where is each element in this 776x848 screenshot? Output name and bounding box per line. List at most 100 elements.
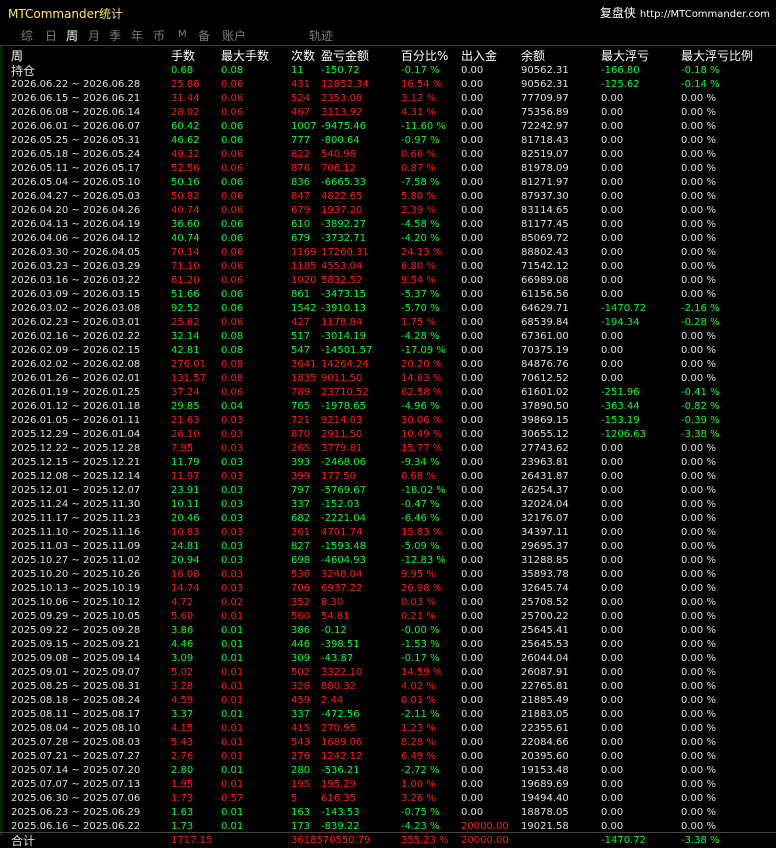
cell-7: 81718.43 — [521, 135, 569, 146]
table-row: 2025.07.21 ~ 2025.07.27 2.76 0.01 276 1242.1… — [0, 750, 776, 764]
tab-10[interactable]: 轨迹 — [309, 27, 333, 44]
table-row: 2025.12.08 ~ 2025.12.14 11.97 0.03 399 177.5… — [0, 470, 776, 484]
cell-8: 0.00 — [601, 499, 624, 510]
cell-9: 0.00 % — [681, 247, 716, 258]
cell-6: 0.00 — [461, 149, 484, 160]
column-header-5[interactable]: 百分比% — [401, 47, 448, 64]
cell-7: 87937.30 — [521, 191, 569, 202]
cell-9: 0.00 % — [681, 681, 716, 692]
cell-9: -2.16 % — [681, 303, 720, 314]
cell-9: 0.00 % — [681, 275, 716, 286]
table-row: 2025.09.15 ~ 2025.09.21 4.46 0.01 446 -398.5… — [0, 638, 776, 652]
table-row: 2026.01.05 ~ 2026.01.11 21.63 0.03 721 9214.… — [0, 414, 776, 428]
cell-5: 1.75 % — [401, 317, 436, 328]
cell-1: 3.86 — [171, 625, 194, 636]
cell-6: 0.00 — [461, 261, 484, 272]
tab-8[interactable]: 备 — [198, 27, 210, 44]
column-header-7[interactable]: 余额 — [521, 47, 545, 64]
cell-4: -0.12 — [321, 625, 347, 636]
cell-9: 0.00 % — [681, 541, 716, 552]
cell-7: 61156.56 — [521, 289, 569, 300]
cell-2: 0.08 — [221, 331, 244, 342]
cell-7: 64629.71 — [521, 303, 569, 314]
tab-5[interactable]: 年 — [131, 27, 143, 44]
cell-9: 0.00 % — [681, 191, 716, 202]
tab-7[interactable]: M — [178, 29, 187, 40]
cell-9: -0.28 % — [681, 317, 720, 328]
cell-3: 682 — [291, 513, 311, 524]
cell-5: -17.09 % — [401, 345, 446, 356]
tab-2[interactable]: 周 — [66, 27, 78, 44]
column-header-3[interactable]: 次数 — [291, 47, 315, 64]
cell-0: 2026.04.27 ~ 2026.05.03 — [11, 191, 141, 202]
cell-2: 0.06 — [221, 247, 244, 258]
column-header-6[interactable]: 出入金 — [461, 47, 497, 64]
cell-5: 1.23 % — [401, 723, 436, 734]
cell-1: 21.63 — [171, 415, 200, 426]
cell-0: 2026.02.16 ~ 2026.02.22 — [11, 331, 141, 342]
tab-9[interactable]: 账户 — [222, 27, 246, 44]
cell-7: 21883.05 — [521, 709, 569, 720]
tab-6[interactable]: 币 — [153, 27, 165, 44]
cell-3: 789 — [291, 387, 311, 398]
cell-3: 386 — [291, 625, 311, 636]
brand-url[interactable]: http://MTCommander.com — [640, 9, 770, 20]
cell-4: -6665.33 — [321, 177, 366, 188]
cell-3: 765 — [291, 401, 311, 412]
cell-1: 25.62 — [171, 317, 200, 328]
tab-3[interactable]: 月 — [88, 27, 100, 44]
cell-5: 26.98 % — [401, 583, 443, 594]
table-row: 2026.04.27 ~ 2026.05.03 50.82 0.06 847 4822.… — [0, 190, 776, 204]
cell-6: 0.00 — [461, 429, 484, 440]
column-header-9[interactable]: 最大浮亏比例 — [681, 47, 753, 64]
cell-3: 427 — [291, 317, 311, 328]
cell-3: 393 — [291, 457, 311, 468]
cell-8: 0.00 — [601, 275, 624, 286]
cell-6: 0.00 — [461, 163, 484, 174]
column-header-4[interactable]: 盈亏金额 — [321, 47, 369, 64]
open-cell-8: -166.80 — [601, 65, 640, 76]
cell-3: 679 — [291, 233, 311, 244]
column-header-8[interactable]: 最大浮亏 — [601, 47, 649, 64]
cell-4: -9475.46 — [321, 121, 366, 132]
cell-9: 0.00 % — [681, 93, 716, 104]
column-header-0[interactable]: 周 — [11, 47, 23, 64]
cell-9: 0.00 % — [681, 149, 716, 160]
cell-2: 0.06 — [221, 261, 244, 272]
brand[interactable]: 复盘侠 http://MTCommander.com — [600, 4, 770, 21]
cell-0: 2026.02.09 ~ 2026.02.15 — [11, 345, 141, 356]
cell-5: -5.37 % — [401, 289, 440, 300]
table-row: 2025.07.14 ~ 2025.07.20 2.80 0.01 280 -536.2… — [0, 764, 776, 778]
cell-3: 560 — [291, 611, 311, 622]
cell-2: 0.06 — [221, 289, 244, 300]
brand-name[interactable]: 复盘侠 — [600, 6, 636, 20]
cell-7: 81271.97 — [521, 177, 569, 188]
cell-2: 0.06 — [221, 163, 244, 174]
column-header-2[interactable]: 最大手数 — [221, 47, 269, 64]
open-position-row: 持仓 0.68 0.08 11 -150.72 -0.17 % 0.00 90562.31 -1… — [0, 64, 776, 78]
column-header-1[interactable]: 手数 — [171, 47, 195, 64]
tab-4[interactable]: 季 — [109, 27, 121, 44]
table-row: 2025.12.01 ~ 2025.12.07 23.91 0.03 797 -5769… — [0, 484, 776, 498]
cell-0: 2026.03.02 ~ 2026.03.08 — [11, 303, 141, 314]
cell-2: 0.06 — [221, 303, 244, 314]
open-cell-2: 0.08 — [221, 65, 244, 76]
cell-6: 0.00 — [461, 639, 484, 650]
cell-1: 46.62 — [171, 135, 200, 146]
cell-3: 337 — [291, 709, 311, 720]
cell-8: 0.00 — [601, 527, 624, 538]
cell-0: 2026.06.22 ~ 2026.06.28 — [11, 79, 141, 90]
tab-1[interactable]: 日 — [45, 27, 57, 44]
tab-0[interactable]: 综 — [21, 27, 33, 44]
cell-6: 0.00 — [461, 527, 484, 538]
table-row: 2026.03.02 ~ 2026.03.08 92.52 0.06 1542 -391… — [0, 302, 776, 316]
cell-6: 0.00 — [461, 499, 484, 510]
cell-6: 0.00 — [461, 93, 484, 104]
cell-2: 0.03 — [221, 541, 244, 552]
cell-1: 5.02 — [171, 667, 194, 678]
cell-2: 0.57 — [221, 793, 244, 804]
cell-6: 0.00 — [461, 765, 484, 776]
cell-2: 0.04 — [221, 401, 244, 412]
table-row: 2026.03.16 ~ 2026.03.22 61.20 0.06 1020 5832… — [0, 274, 776, 288]
cell-4: -800.64 — [321, 135, 360, 146]
